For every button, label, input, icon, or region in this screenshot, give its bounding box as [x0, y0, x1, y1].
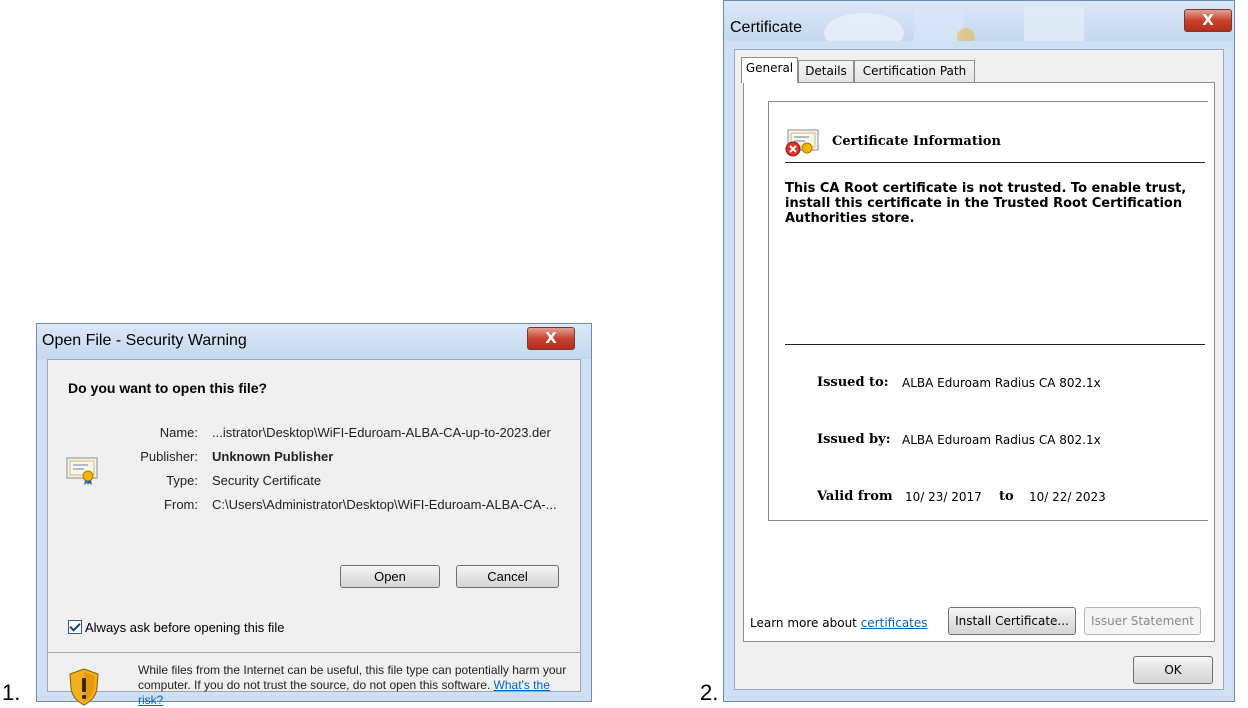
certificate-dialog: Certificate X General Details Certificat…	[723, 0, 1235, 702]
trust-message: This CA Root certificate is not trusted.…	[785, 181, 1187, 226]
tab-general[interactable]: General	[741, 57, 798, 83]
learn-more-text: Learn more about certificates	[750, 616, 928, 630]
issued-to-value: ALBA Eduroam Radius CA 802.1x	[902, 376, 1101, 390]
certificates-link[interactable]: certificates	[861, 616, 928, 630]
tab-certification-path[interactable]: Certification Path	[854, 60, 975, 82]
certificate-info-title: Certificate Information	[832, 134, 1001, 149]
valid-from-value: 10/ 23/ 2017	[905, 490, 982, 504]
details-rule	[785, 344, 1205, 345]
issued-by-label: Issued by:	[817, 432, 891, 447]
ok-button[interactable]: OK	[1133, 656, 1213, 684]
close-button[interactable]: X	[1184, 9, 1232, 32]
question-heading: Do you want to open this file?	[68, 380, 268, 396]
close-button[interactable]: X	[527, 327, 575, 350]
close-icon: X	[1202, 11, 1214, 29]
valid-to-label: to	[999, 489, 1014, 504]
divider	[48, 652, 580, 653]
general-tab-panel: Certificate Information This CA Root cer…	[743, 82, 1215, 642]
publisher-value: Unknown Publisher	[212, 449, 334, 464]
type-value: Security Certificate	[212, 473, 322, 488]
title-bar: Open File - Security Warning X	[37, 324, 591, 359]
learn-more-prefix: Learn more about	[750, 616, 857, 630]
security-warning-dialog: Open File - Security Warning X Do you wa…	[36, 323, 592, 707]
shield-warning-icon	[69, 668, 99, 706]
title-rule	[785, 162, 1205, 163]
always-ask-label: Always ask before opening this file	[85, 620, 285, 635]
close-icon: X	[545, 329, 557, 347]
step-2-label: 2.	[700, 680, 719, 705]
title-bar: Certificate X	[724, 1, 1234, 41]
issued-to-label: Issued to:	[817, 375, 889, 390]
certificate-error-icon	[785, 129, 819, 157]
tab-details[interactable]: Details	[798, 60, 854, 82]
always-ask-option[interactable]: Always ask before opening this file	[68, 620, 284, 635]
dialog-body: Do you want to open this file? Name: ...…	[47, 359, 581, 707]
install-certificate-button[interactable]: Install Certificate...	[948, 607, 1076, 635]
valid-to-value: 10/ 22/ 2023	[1029, 490, 1106, 504]
open-button[interactable]: Open	[340, 565, 440, 588]
dialog-frame: General Details Certification Path Certi…	[734, 49, 1224, 690]
from-label: From:	[164, 497, 198, 512]
always-ask-checkbox[interactable]	[68, 620, 82, 634]
dialog-title: Certificate	[730, 19, 803, 36]
certificate-info-box: Certificate Information This CA Root cer…	[768, 101, 1208, 521]
type-label: Type:	[166, 473, 198, 488]
warning-text: While files from the Internet can be use…	[138, 663, 568, 708]
dialog-title: Open File - Security Warning	[42, 332, 247, 349]
publisher-label: Publisher:	[140, 449, 198, 464]
name-value: ...istrator\Desktop\WiFI-Eduroam-ALBA-CA…	[212, 425, 551, 440]
name-label: Name:	[159, 425, 198, 440]
cancel-button[interactable]: Cancel	[456, 565, 559, 588]
issued-by-value: ALBA Eduroam Radius CA 802.1x	[902, 433, 1101, 447]
issuer-statement-button[interactable]: Issuer Statement	[1084, 607, 1201, 635]
from-value: C:\Users\Administrator\Desktop\WiFI-Edur…	[212, 497, 557, 512]
step-1-label: 1.	[2, 680, 21, 705]
valid-from-label: Valid from	[817, 489, 893, 504]
